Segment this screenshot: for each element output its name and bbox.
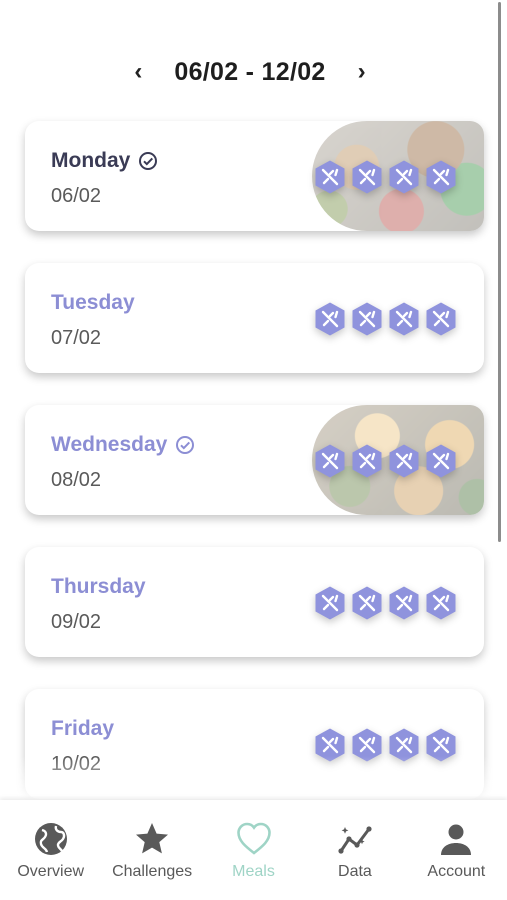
day-name-row: Friday [51,715,114,743]
day-name-row: Tuesday [51,289,135,317]
day-name: Thursday [51,575,146,598]
meal-slot-icon [387,727,421,763]
day-date: 07/02 [51,327,102,349]
week-range: 06/02 - 12/02 [174,57,326,86]
check-circle-icon [176,436,195,454]
nav-overview[interactable]: Overview [0,800,101,900]
chart-icon [338,826,372,854]
day-card-monday[interactable]: Monday 06/02 [25,121,484,231]
day-text: Tuesday 07/02 [51,289,135,350]
day-card-wednesday[interactable]: Wednesday 08/02 [25,405,484,515]
day-date: 10/02 [51,753,102,775]
meal-slot-icon [387,585,421,621]
day-date: 08/02 [51,469,102,491]
heart-icon [236,822,271,855]
day-name-row: Thursday [51,573,146,601]
meal-slot-icon [424,727,458,763]
star-icon [136,823,169,854]
day-name: Friday [51,717,115,740]
day-name-row: Monday [51,147,158,175]
meal-icons [313,585,458,621]
meal-slot-icon [387,159,421,195]
meal-slot-icon [424,159,458,195]
meal-slot-icon [313,443,347,479]
meal-slot-icon [387,443,421,479]
day-text: Wednesday 08/02 [51,431,195,492]
nav-label: Account [427,863,486,880]
day-card-thursday[interactable]: Thursday 09/02 [25,547,484,657]
week-navigation: ‹ 06/02 - 12/02 › [0,52,500,92]
globe-icon [34,823,67,855]
nav-label: Meals [232,863,275,880]
meal-slot-icon [313,301,347,337]
day-date: 06/02 [51,185,102,207]
day-text: Friday 10/02 [51,715,114,776]
day-text: Monday 06/02 [51,147,158,208]
next-week-button[interactable]: › [352,52,372,92]
nav-account[interactable]: Account [406,800,507,900]
nav-label: Challenges [112,863,193,880]
nav-label: Data [338,863,372,880]
check-circle-icon [139,152,158,170]
meal-slot-icon [424,585,458,621]
day-name: Monday [51,149,131,172]
meal-slot-icon [350,159,384,195]
nav-label: Overview [17,863,85,880]
day-text: Thursday 09/02 [51,573,146,634]
day-name: Wednesday [51,433,168,456]
meal-slot-icon [350,301,384,337]
meal-slot-icon [387,301,421,337]
bottom-navigation: Overview Challenges Meals Data Account [0,800,507,900]
meal-slot-icon [350,585,384,621]
day-card-tuesday[interactable]: Tuesday 07/02 [25,263,484,373]
meal-icons [313,159,458,195]
person-icon [441,824,472,855]
meal-slot-icon [313,585,347,621]
meal-slot-icon [313,727,347,763]
nav-data[interactable]: Data [304,800,405,900]
meal-icons [313,443,458,479]
day-date: 09/02 [51,611,102,633]
meal-icons [313,301,458,337]
nav-challenges[interactable]: Challenges [101,800,202,900]
day-name-row: Wednesday [51,431,195,459]
day-card-friday[interactable]: Friday 10/02 [25,689,484,799]
meal-slot-icon [350,443,384,479]
meal-slot-icon [424,443,458,479]
meal-slot-icon [350,727,384,763]
meal-icons [313,727,458,763]
nav-meals[interactable]: Meals [203,800,304,900]
meal-slot-icon [313,159,347,195]
day-list: Monday 06/02 Tuesday 07/02 Wednesday 08/… [25,121,484,831]
meal-slot-icon [424,301,458,337]
day-name: Tuesday [51,291,135,314]
prev-week-button[interactable]: ‹ [128,52,148,92]
